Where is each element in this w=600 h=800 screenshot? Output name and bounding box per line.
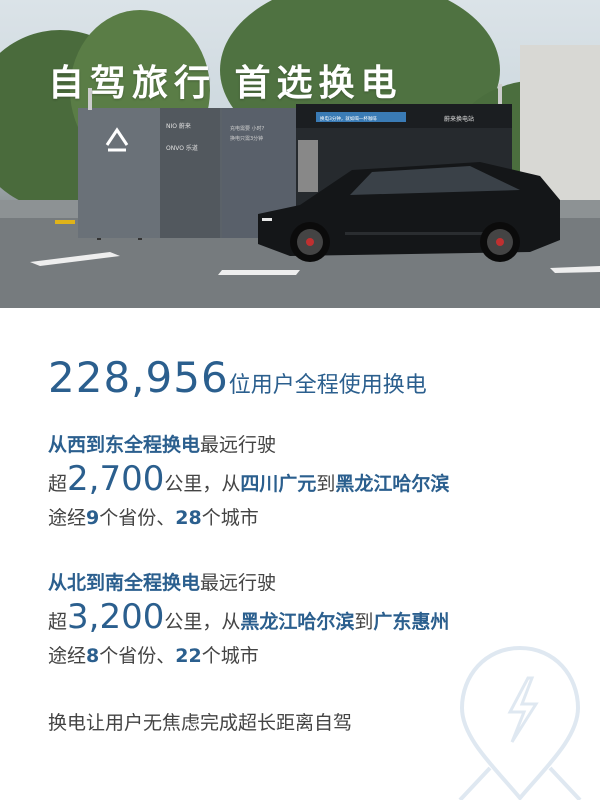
north-south-block: 从北到南全程换电最远行驶 超3,200公里，从黑龙江哈尔滨到广东惠州 途经8个省… [48, 566, 449, 673]
north-south-to-word: 到 [354, 611, 374, 633]
lightning-location-icon [458, 645, 582, 800]
north-south-cities-word: 个城市 [201, 645, 259, 667]
station-door [298, 140, 318, 192]
camera-pole-right [498, 84, 502, 104]
west-east-heading-bold: 从西到东全程换电 [48, 434, 201, 456]
north-south-to: 广东惠州 [373, 611, 450, 633]
west-east-prefix: 超 [48, 473, 68, 495]
north-south-via-line: 途经8个省份、22个城市 [48, 639, 449, 673]
west-east-heading: 从西到东全程换电最远行驶 [48, 428, 449, 462]
users-number: 228,956 [48, 353, 229, 402]
north-south-prefix: 超 [48, 611, 68, 633]
north-south-heading-rest: 最远行驶 [200, 572, 277, 594]
north-south-provinces: 8 [86, 645, 100, 667]
users-text: 位用户全程使用换电 [228, 373, 427, 398]
north-south-distance: 3,200 [67, 597, 165, 637]
west-east-to-word: 到 [316, 473, 336, 495]
west-east-unit: 公里，从 [164, 473, 241, 495]
west-east-heading-rest: 最远行驶 [200, 434, 277, 456]
west-east-via: 途经 [48, 507, 87, 529]
station-screen-text: 换电3分钟，就如喝一杯咖啡 [320, 115, 377, 122]
west-east-provinces-word: 个省份、 [99, 507, 176, 529]
stats-section: 228,956位用户全程使用换电 从西到东全程换电最远行驶 超2,700公里，从… [0, 308, 600, 800]
west-east-via-line: 途经9个省份、28个城市 [48, 501, 449, 535]
station-panel-line2: 换电只需3分钟 [230, 135, 263, 142]
west-east-distance: 2,700 [67, 459, 165, 499]
station-brand-nio: NIO 蔚来 [166, 122, 191, 130]
west-east-distance-line: 超2,700公里，从四川广元到黑龙江哈尔滨 [48, 462, 449, 501]
west-east-cities-word: 个城市 [201, 507, 259, 529]
hero-illustration: NIO 蔚来 ONVO 乐道 充电需要 小时? 换电只需3分钟 换电3分钟，就如… [0, 0, 600, 308]
station-left-panel [78, 108, 162, 238]
road-marking-2 [218, 270, 300, 275]
north-south-via: 途经 [48, 645, 87, 667]
station-sign: 蔚来换电站 [444, 115, 474, 123]
north-south-from: 黑龙江哈尔滨 [240, 611, 355, 633]
footer-text: 换电让用户无焦虑完成超长距离自驾 [48, 712, 353, 734]
north-south-cities: 22 [175, 645, 202, 667]
station-panel-line1: 充电需要 小时? [230, 125, 265, 132]
hero-photo: NIO 蔚来 ONVO 乐道 充电需要 小时? 换电只需3分钟 换电3分钟，就如… [0, 0, 600, 308]
north-south-heading-bold: 从北到南全程换电 [48, 572, 201, 594]
station-brand-onvo: ONVO 乐道 [166, 144, 198, 152]
west-east-block: 从西到东全程换电最远行驶 超2,700公里，从四川广元到黑龙江哈尔滨 途经9个省… [48, 428, 449, 535]
west-east-provinces: 9 [86, 507, 100, 529]
barrier-left [55, 220, 75, 224]
west-east-from: 四川广元 [240, 473, 317, 495]
north-south-provinces-word: 个省份、 [99, 645, 176, 667]
north-south-unit: 公里，从 [164, 611, 241, 633]
north-south-distance-line: 超3,200公里，从黑龙江哈尔滨到广东惠州 [48, 600, 449, 639]
hero-title: 自驾旅行 首选换电 [48, 63, 403, 104]
west-east-to: 黑龙江哈尔滨 [335, 473, 450, 495]
west-east-cities: 28 [175, 507, 202, 529]
users-stat: 228,956位用户全程使用换电 [48, 354, 427, 410]
north-south-heading: 从北到南全程换电最远行驶 [48, 566, 449, 600]
